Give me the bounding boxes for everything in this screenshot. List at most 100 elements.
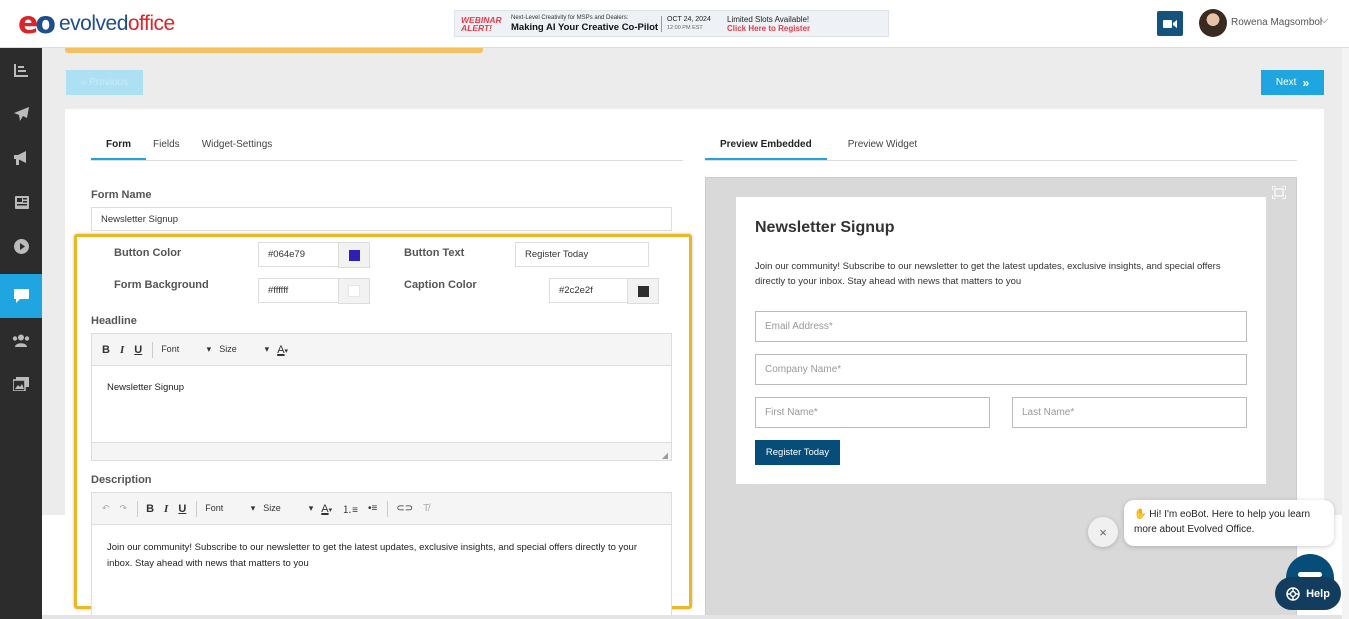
underline-icon[interactable]: U bbox=[134, 344, 142, 356]
banner-title: Making AI Your Creative Co-Pilot bbox=[511, 21, 659, 33]
button-color-swatch bbox=[348, 249, 360, 261]
description-label: Description bbox=[91, 474, 152, 486]
horizontal-scrollbar[interactable] bbox=[42, 615, 1342, 619]
headline-statusbar: ◢ bbox=[92, 442, 671, 460]
help-wheel-icon bbox=[1286, 586, 1300, 601]
tab-fields[interactable]: Fields bbox=[146, 138, 195, 160]
newspaper-icon bbox=[14, 195, 29, 209]
bold-icon[interactable]: B bbox=[146, 503, 154, 515]
expand-icon[interactable] bbox=[1272, 186, 1286, 199]
preview-register-button[interactable]: Register Today bbox=[755, 440, 840, 465]
italic-icon[interactable]: I bbox=[120, 344, 124, 356]
size-select[interactable]: Size ▾ bbox=[263, 503, 313, 514]
resize-handle-icon[interactable]: ◢ bbox=[662, 451, 668, 460]
images-icon bbox=[13, 377, 29, 391]
banner-time: 12:00 PM EST bbox=[667, 24, 703, 31]
play-circle-icon bbox=[13, 238, 29, 254]
sidebar-item-media[interactable] bbox=[0, 362, 42, 406]
logo[interactable]: eo evolvedoffice bbox=[18, 9, 175, 39]
size-select[interactable]: Size ▾ bbox=[219, 344, 269, 355]
preview-title: Newsletter Signup bbox=[755, 219, 895, 236]
form-tabs: Form Fields Widget-Settings bbox=[91, 138, 683, 161]
form-name-input[interactable]: Newsletter Signup bbox=[91, 207, 672, 231]
chart-bar-icon bbox=[14, 63, 28, 77]
text-color-icon[interactable]: A▾ bbox=[277, 344, 288, 356]
form-background-swatch bbox=[348, 285, 360, 297]
description-editor: ↶ ↷ B I U Font ▾ Size ▾ A▾ ⒈≡ •≡ ⊂⊃ T̸ Joi… bbox=[91, 492, 672, 619]
bold-icon[interactable]: B bbox=[102, 344, 110, 356]
tab-preview-widget[interactable]: Preview Widget bbox=[827, 138, 932, 160]
preview-email-field[interactable]: Email Address* bbox=[755, 311, 1247, 342]
clear-format-icon[interactable]: T̸ bbox=[423, 503, 429, 514]
tab-preview-embedded[interactable]: Preview Embedded bbox=[705, 138, 827, 160]
caret-down-icon: ▾ bbox=[308, 503, 314, 513]
chat-message-bubble[interactable]: ✋ Hi! I'm eoBot. Here to help you learn … bbox=[1124, 500, 1334, 546]
waving-hand-icon: ✋ bbox=[1134, 509, 1147, 520]
next-button[interactable]: Next » bbox=[1261, 70, 1324, 95]
bullet-list-icon[interactable]: •≡ bbox=[368, 503, 377, 514]
description-text[interactable]: Join our community! Subscribe to our new… bbox=[92, 525, 671, 572]
text-color-icon[interactable]: A▾ bbox=[321, 503, 332, 515]
button-text-input[interactable]: Register Today bbox=[515, 242, 649, 267]
webinar-banner[interactable]: WEBINAR ALERT! Next-Level Creativity for… bbox=[454, 10, 889, 37]
logo-wordmark: evolvedoffice bbox=[58, 12, 175, 35]
headline-text[interactable]: Newsletter Signup bbox=[92, 366, 671, 442]
caption-color-label: Caption Color bbox=[404, 279, 477, 291]
caret-down-icon: ▾ bbox=[264, 344, 270, 354]
font-select[interactable]: Font ▾ bbox=[161, 344, 211, 355]
preview-last-name-field[interactable]: Last Name* bbox=[1012, 397, 1247, 428]
video-call-button[interactable] bbox=[1157, 11, 1183, 36]
sidebar-item-videos[interactable] bbox=[0, 224, 42, 268]
sidebar-item-reports[interactable] bbox=[0, 48, 42, 92]
preview-company-field[interactable]: Company Name* bbox=[755, 354, 1247, 385]
banner-subtitle: Next-Level Creativity for MSPs and Deale… bbox=[511, 14, 629, 21]
sidebar bbox=[0, 48, 42, 619]
link-icon[interactable]: ⊂⊃ bbox=[396, 503, 413, 514]
sidebar-item-announcements[interactable] bbox=[0, 136, 42, 180]
paper-plane-icon bbox=[13, 107, 29, 121]
avatar[interactable] bbox=[1199, 9, 1227, 37]
sidebar-item-contacts[interactable] bbox=[0, 318, 42, 362]
font-select[interactable]: Font ▾ bbox=[205, 503, 255, 514]
button-text-label: Button Text bbox=[404, 247, 465, 259]
form-background-picker[interactable] bbox=[338, 278, 370, 304]
chat-message: Hi! I'm eoBot. Here to help you learn mo… bbox=[1134, 509, 1311, 535]
italic-icon[interactable]: I bbox=[164, 503, 168, 515]
previous-button[interactable]: « Previous bbox=[66, 70, 143, 95]
button-color-picker[interactable] bbox=[338, 242, 370, 268]
sidebar-item-campaigns[interactable] bbox=[0, 92, 42, 136]
redo-icon[interactable]: ↷ bbox=[120, 503, 128, 514]
help-button[interactable]: Help bbox=[1275, 577, 1341, 610]
headline-editor: B I U Font ▾ Size ▾ A▾ Newsletter Signup ◢ bbox=[91, 333, 672, 461]
next-button-label: Next bbox=[1275, 77, 1297, 88]
caret-down-icon: ▾ bbox=[250, 503, 256, 513]
double-chevron-right-icon: » bbox=[1302, 75, 1310, 90]
chevron-down-icon[interactable]: ⌵ bbox=[1320, 14, 1328, 27]
banner-cta[interactable]: Click Here to Register bbox=[727, 24, 810, 33]
ordered-list-icon[interactable]: ⒈≡ bbox=[342, 501, 358, 516]
banner-date: OCT 24, 2024 bbox=[667, 15, 711, 23]
tab-widget-settings[interactable]: Widget-Settings bbox=[195, 138, 288, 160]
sidebar-item-newsletters[interactable] bbox=[0, 180, 42, 224]
users-icon bbox=[12, 334, 30, 347]
tab-form[interactable]: Form bbox=[91, 138, 146, 160]
undo-icon[interactable]: ↶ bbox=[102, 503, 110, 514]
underline-icon[interactable]: U bbox=[178, 503, 186, 515]
preview-tabs: Preview Embedded Preview Widget bbox=[705, 138, 1297, 161]
logo-mark: eo bbox=[18, 6, 56, 41]
form-background-input[interactable]: #ffffff bbox=[258, 278, 339, 303]
user-name[interactable]: Rowena Magsombol bbox=[1231, 17, 1322, 28]
form-background-label: Form Background bbox=[114, 279, 209, 291]
megaphone-icon bbox=[13, 151, 26, 165]
sidebar-item-forms[interactable] bbox=[0, 274, 42, 318]
button-color-input[interactable]: #064e79 bbox=[258, 242, 339, 267]
preview-first-name-field[interactable]: First Name* bbox=[755, 397, 990, 428]
banner-slots: Limited Slots Available! bbox=[727, 14, 810, 24]
scrollbar[interactable] bbox=[1342, 48, 1349, 619]
headline-label: Headline bbox=[91, 315, 137, 327]
form-name-label: Form Name bbox=[91, 189, 152, 201]
chat-close-button[interactable]: × bbox=[1088, 517, 1118, 547]
caption-color-input[interactable]: #2c2e2f bbox=[549, 278, 628, 303]
caption-color-picker[interactable] bbox=[627, 278, 659, 304]
headline-toolbar: B I U Font ▾ Size ▾ A▾ bbox=[92, 334, 671, 366]
